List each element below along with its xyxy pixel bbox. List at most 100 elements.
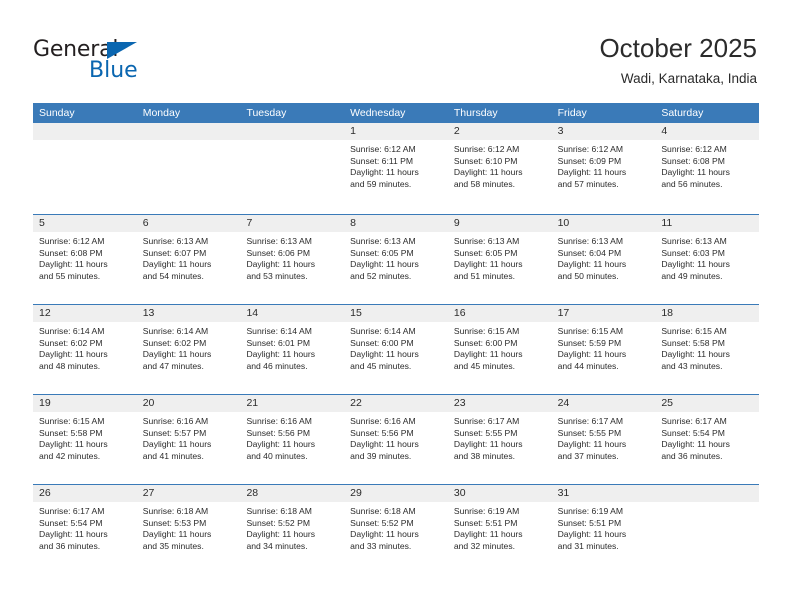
day-number: 29 — [344, 485, 448, 502]
daylight-duration-line1: Daylight: 11 hours — [453, 529, 523, 540]
calendar-day-cell[interactable]: 9 Sunrise: 6:13 AM Sunset: 6:05 PM Daylight… — [447, 214, 552, 303]
calendar-day-cell[interactable]: 17 Sunrise: 6:15 AM Sunset: 5:59 PM Dayligh… — [551, 304, 656, 393]
daylight-duration-line2: and 54 minutes. — [142, 270, 204, 281]
day-details: Sunrise: 6:15 AM Sunset: 5:58 PM Daylight:… — [33, 412, 137, 462]
sunrise-time: Sunrise: 6:15 AM — [557, 326, 624, 336]
sunset-time: Sunset: 6:07 PM — [142, 247, 207, 258]
calendar-day-cell[interactable]: 19 Sunrise: 6:15 AM Sunset: 5:58 PM Dayligh… — [33, 394, 137, 483]
daylight-duration-line1: Daylight: 11 hours — [246, 529, 316, 540]
calendar-grid: Sunday Monday Tuesday Wednesday Thursday… — [33, 103, 760, 573]
day-number: 25 — [655, 395, 760, 412]
sunrise-time: Sunrise: 6:19 AM — [557, 506, 624, 516]
day-details: Sunrise: 6:12 AM Sunset: 6:08 PM Daylight:… — [655, 140, 759, 190]
calendar-day-cell[interactable]: 8 Sunrise: 6:13 AM Sunset: 6:05 PM Daylight… — [344, 214, 448, 303]
sunrise-time: Sunrise: 6:12 AM — [453, 144, 520, 154]
calendar-day-cell[interactable]: 12 Sunrise: 6:14 AM Sunset: 6:02 PM Dayligh… — [33, 304, 137, 393]
daylight-duration-line2: and 38 minutes. — [453, 450, 516, 461]
calendar-week-row: 5 Sunrise: 6:12 AM Sunset: 6:08 PM Daylight… — [33, 213, 760, 303]
calendar-day-cell[interactable]: 3 Sunrise: 6:12 AM Sunset: 6:09 PM Daylight… — [551, 123, 656, 213]
daylight-duration-line2: and 48 minutes. — [39, 360, 101, 371]
day-number: 24 — [551, 395, 656, 412]
calendar-day-cell-empty — [655, 484, 760, 573]
calendar-day-cell[interactable]: 29 Sunrise: 6:18 AM Sunset: 5:52 PM Dayligh… — [344, 484, 448, 573]
general-blue-logo[interactable]: General Blue — [33, 38, 193, 84]
day-number: 15 — [344, 305, 448, 322]
day-details: Sunrise: 6:13 AM Sunset: 6:03 PM Daylight:… — [655, 232, 759, 282]
day-details: Sunrise: 6:14 AM Sunset: 6:02 PM Daylight:… — [33, 322, 137, 372]
calendar-week-row: 12 Sunrise: 6:14 AM Sunset: 6:02 PM Dayligh… — [33, 303, 760, 393]
sunset-time: Sunset: 6:02 PM — [39, 337, 103, 348]
sunrise-time: Sunrise: 6:15 AM — [453, 326, 520, 336]
calendar-day-cell[interactable]: 31 Sunrise: 6:19 AM Sunset: 5:51 PM Dayligh… — [551, 484, 656, 573]
day-details: Sunrise: 6:19 AM Sunset: 5:51 PM Daylight:… — [448, 502, 552, 552]
day-details: Sunrise: 6:18 AM Sunset: 5:52 PM Daylight:… — [344, 502, 448, 552]
day-details: Sunrise: 6:15 AM Sunset: 5:58 PM Daylight:… — [655, 322, 759, 372]
calendar-day-cell[interactable]: 25 Sunrise: 6:17 AM Sunset: 5:54 PM Dayligh… — [655, 394, 760, 483]
daylight-duration-line1: Daylight: 11 hours — [142, 439, 212, 450]
daylight-duration-line2: and 43 minutes. — [661, 360, 723, 371]
calendar-day-cell[interactable]: 18 Sunrise: 6:15 AM Sunset: 5:58 PM Dayligh… — [655, 304, 760, 393]
day-number: 23 — [447, 395, 552, 412]
daylight-duration-line2: and 45 minutes. — [453, 360, 516, 371]
sunset-time: Sunset: 6:05 PM — [350, 247, 414, 258]
day-details: Sunrise: 6:16 AM Sunset: 5:56 PM Daylight:… — [344, 412, 448, 462]
calendar-day-cell[interactable]: 6 Sunrise: 6:13 AM Sunset: 6:07 PM Daylight… — [136, 214, 241, 303]
sunset-time: Sunset: 5:59 PM — [557, 337, 622, 348]
calendar-day-cell[interactable]: 28 Sunrise: 6:18 AM Sunset: 5:52 PM Dayligh… — [240, 484, 345, 573]
daylight-duration-line1: Daylight: 11 hours — [39, 439, 108, 450]
calendar-day-cell[interactable]: 10 Sunrise: 6:13 AM Sunset: 6:04 PM Dayligh… — [551, 214, 656, 303]
calendar-day-cell[interactable]: 13 Sunrise: 6:14 AM Sunset: 6:02 PM Dayligh… — [136, 304, 241, 393]
sunrise-time: Sunrise: 6:14 AM — [350, 326, 416, 336]
day-number — [655, 485, 760, 502]
weekday-header-wednesday: Wednesday — [350, 107, 406, 119]
sunset-time: Sunset: 5:56 PM — [350, 427, 414, 438]
day-number: 21 — [240, 395, 345, 412]
page-header: General Blue October 2025 Wadi, Karnatak… — [0, 0, 792, 100]
calendar-day-cell[interactable]: 22 Sunrise: 6:16 AM Sunset: 5:56 PM Dayligh… — [344, 394, 448, 483]
daylight-duration-line2: and 59 minutes. — [350, 178, 412, 189]
calendar-day-cell[interactable]: 11 Sunrise: 6:13 AM Sunset: 6:03 PM Dayligh… — [655, 214, 760, 303]
calendar-day-cell[interactable]: 16 Sunrise: 6:15 AM Sunset: 6:00 PM Dayligh… — [447, 304, 552, 393]
calendar-day-cell[interactable]: 20 Sunrise: 6:16 AM Sunset: 5:57 PM Dayligh… — [136, 394, 241, 483]
day-details: Sunrise: 6:15 AM Sunset: 5:59 PM Daylight:… — [552, 322, 656, 372]
sunrise-time: Sunrise: 6:15 AM — [661, 326, 727, 336]
calendar-day-cell[interactable]: 5 Sunrise: 6:12 AM Sunset: 6:08 PM Daylight… — [33, 214, 137, 303]
day-details: Sunrise: 6:16 AM Sunset: 5:56 PM Daylight:… — [240, 412, 344, 462]
day-details: Sunrise: 6:12 AM Sunset: 6:10 PM Daylight:… — [448, 140, 552, 190]
daylight-duration-line1: Daylight: 11 hours — [453, 167, 523, 178]
daylight-duration-line1: Daylight: 11 hours — [142, 529, 212, 540]
day-number: 22 — [344, 395, 448, 412]
calendar-day-cell[interactable]: 26 Sunrise: 6:17 AM Sunset: 5:54 PM Dayligh… — [33, 484, 137, 573]
calendar-day-cell[interactable]: 27 Sunrise: 6:18 AM Sunset: 5:53 PM Dayligh… — [136, 484, 241, 573]
day-number: 31 — [551, 485, 656, 502]
day-details: Sunrise: 6:12 AM Sunset: 6:09 PM Daylight:… — [552, 140, 656, 190]
sunset-time: Sunset: 6:08 PM — [661, 155, 725, 166]
sunset-time: Sunset: 5:58 PM — [661, 337, 725, 348]
calendar-day-cell[interactable]: 7 Sunrise: 6:13 AM Sunset: 6:06 PM Daylight… — [240, 214, 345, 303]
page-subtitle-location: Wadi, Karnataka, India — [620, 71, 757, 86]
sunrise-time: Sunrise: 6:13 AM — [453, 236, 520, 246]
sunset-time: Sunset: 5:51 PM — [557, 517, 622, 528]
day-details: Sunrise: 6:12 AM Sunset: 6:08 PM Daylight:… — [33, 232, 137, 282]
calendar-day-cell[interactable]: 14 Sunrise: 6:14 AM Sunset: 6:01 PM Dayligh… — [240, 304, 345, 393]
sunset-time: Sunset: 6:03 PM — [661, 247, 725, 258]
calendar-day-cell[interactable]: 2 Sunrise: 6:12 AM Sunset: 6:10 PM Daylight… — [447, 123, 552, 213]
daylight-duration-line1: Daylight: 11 hours — [453, 259, 523, 270]
daylight-duration-line1: Daylight: 11 hours — [142, 349, 212, 360]
day-number — [240, 123, 345, 140]
calendar-day-cell[interactable]: 30 Sunrise: 6:19 AM Sunset: 5:51 PM Dayligh… — [447, 484, 552, 573]
day-details: Sunrise: 6:13 AM Sunset: 6:05 PM Daylight:… — [344, 232, 448, 282]
day-details: Sunrise: 6:19 AM Sunset: 5:51 PM Daylight:… — [552, 502, 656, 552]
calendar-day-cell[interactable]: 1 Sunrise: 6:12 AM Sunset: 6:11 PM Daylight… — [344, 123, 448, 213]
daylight-duration-line2: and 31 minutes. — [557, 540, 619, 551]
sunrise-time: Sunrise: 6:13 AM — [142, 236, 209, 246]
sunrise-time: Sunrise: 6:17 AM — [453, 416, 520, 426]
calendar-day-cell[interactable]: 24 Sunrise: 6:17 AM Sunset: 5:55 PM Dayligh… — [551, 394, 656, 483]
daylight-duration-line2: and 58 minutes. — [453, 178, 516, 189]
calendar-page: General Blue October 2025 Wadi, Karnatak… — [0, 0, 792, 612]
calendar-day-cell[interactable]: 21 Sunrise: 6:16 AM Sunset: 5:56 PM Dayligh… — [240, 394, 345, 483]
calendar-day-cell[interactable]: 23 Sunrise: 6:17 AM Sunset: 5:55 PM Dayligh… — [447, 394, 552, 483]
calendar-day-cell[interactable]: 4 Sunrise: 6:12 AM Sunset: 6:08 PM Daylight… — [655, 123, 760, 213]
day-number: 6 — [136, 215, 241, 232]
calendar-day-cell[interactable]: 15 Sunrise: 6:14 AM Sunset: 6:00 PM Dayligh… — [344, 304, 448, 393]
